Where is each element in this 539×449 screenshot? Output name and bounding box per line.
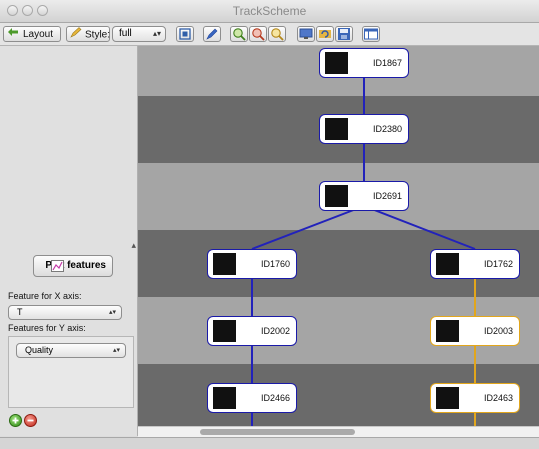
- layout-label: Layout: [23, 29, 54, 41]
- toggle-panel-button[interactable]: [362, 26, 380, 42]
- spot-node[interactable]: ID2466: [207, 383, 297, 413]
- spot-id: ID2691: [372, 191, 402, 201]
- zoom-out-icon: [252, 28, 265, 41]
- spot-node[interactable]: ID2691: [319, 181, 409, 211]
- side-panel: ▴ Plot features Feature for X axis: T ▴▾…: [0, 46, 138, 436]
- capture-button[interactable]: [176, 26, 194, 42]
- track-links: [251, 76, 476, 426]
- style-label: Style:: [85, 29, 111, 41]
- style-label-box: Style:: [66, 26, 110, 42]
- spot-node[interactable]: ID1762: [430, 249, 520, 279]
- y-axis-label: Features for Y axis:: [8, 323, 86, 333]
- select-arrows-icon: ▴▾: [108, 309, 116, 316]
- edit-pen-icon: [206, 28, 218, 40]
- display-button[interactable]: [297, 26, 315, 42]
- zoom-fit-button[interactable]: [268, 26, 286, 42]
- edit-tool-button[interactable]: [203, 26, 221, 42]
- spot-id: ID1762: [483, 259, 513, 269]
- select-arrows-icon: ▴▾: [152, 29, 161, 38]
- refresh-button[interactable]: [316, 26, 334, 42]
- zoom-out-button[interactable]: [249, 26, 267, 42]
- splitter-handle[interactable]: ▴: [131, 240, 136, 251]
- save-disk-icon: [338, 28, 350, 40]
- spot-thumbnail: [213, 320, 236, 342]
- track-link: [251, 205, 365, 250]
- add-feature-button[interactable]: [9, 414, 22, 427]
- y-axis-select[interactable]: Quality ▴▾: [16, 343, 126, 358]
- zoom-in-button[interactable]: [230, 26, 248, 42]
- spot-thumbnail: [436, 387, 459, 409]
- trackscheme-canvas[interactable]: ID1867 ID2380 ID2691 ID1760 ID1762 ID200…: [138, 46, 539, 426]
- capture-icon: [179, 28, 191, 40]
- spot-id: ID2466: [260, 393, 290, 403]
- spot-thumbnail: [213, 253, 236, 275]
- spot-id: ID2463: [483, 393, 513, 403]
- spot-id: ID1867: [372, 58, 402, 68]
- horizontal-scrollbar[interactable]: [138, 426, 539, 437]
- track-link: [363, 205, 476, 250]
- spot-id: ID2003: [483, 326, 513, 336]
- window-title: TrackScheme: [232, 4, 307, 18]
- plot-features-button[interactable]: Plot features: [33, 255, 113, 277]
- zoom-fit-icon: [271, 28, 284, 41]
- y-axis-select-value: Quality: [25, 345, 54, 355]
- plus-icon: [12, 417, 19, 424]
- pencil-icon: [70, 27, 82, 43]
- spot-node[interactable]: ID2003: [430, 316, 520, 346]
- spot-id: ID2002: [260, 326, 290, 336]
- x-axis-label: Feature for X axis:: [8, 291, 82, 301]
- remove-feature-button[interactable]: [24, 414, 37, 427]
- spot-node[interactable]: ID2002: [207, 316, 297, 346]
- spot-thumbnail: [325, 52, 348, 74]
- spot-id: ID1760: [260, 259, 290, 269]
- spot-node[interactable]: ID2380: [319, 114, 409, 144]
- spot-thumbnail: [325, 185, 348, 207]
- status-bar: [0, 437, 539, 449]
- spot-node[interactable]: ID1760: [207, 249, 297, 279]
- toolbar: Layout Style: full ▴▾: [0, 23, 539, 46]
- style-select[interactable]: full ▴▾: [112, 26, 166, 42]
- style-select-value: full: [119, 28, 132, 39]
- spot-node[interactable]: ID1867: [319, 48, 409, 78]
- y-axis-features-list: Quality ▴▾: [8, 336, 134, 408]
- spot-thumbnail: [436, 320, 459, 342]
- table-layout-icon: [364, 28, 378, 40]
- monitor-icon: [299, 28, 313, 39]
- spot-thumbnail: [213, 387, 236, 409]
- minus-icon: [27, 419, 34, 422]
- spot-thumbnail: [325, 118, 348, 140]
- plot-chart-icon: [51, 260, 64, 272]
- spot-thumbnail: [436, 253, 459, 275]
- scrollbar-thumb[interactable]: [200, 429, 355, 435]
- spot-id: ID2380: [372, 124, 402, 134]
- select-arrows-icon: ▴▾: [112, 347, 120, 354]
- layout-icon: [7, 27, 20, 42]
- title-bar: TrackScheme: [0, 0, 539, 23]
- spot-node[interactable]: ID2463: [430, 383, 520, 413]
- layout-button[interactable]: Layout: [3, 26, 61, 42]
- x-axis-select[interactable]: T ▴▾: [8, 305, 122, 320]
- refresh-icon: [319, 30, 331, 38]
- x-axis-select-value: T: [17, 307, 23, 317]
- save-button[interactable]: [335, 26, 353, 42]
- zoom-in-icon: [233, 28, 246, 41]
